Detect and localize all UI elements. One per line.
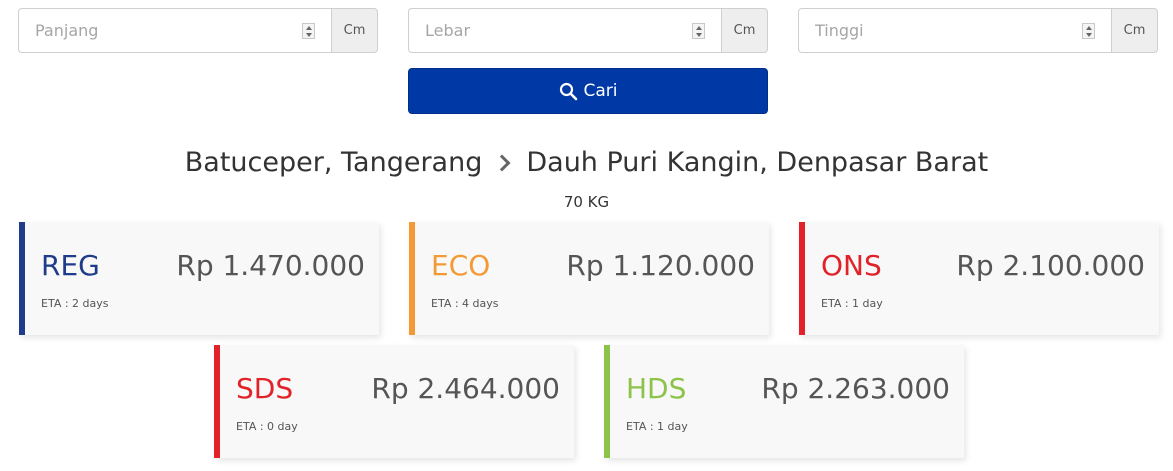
route-destination: Dauh Puri Kangin, Denpasar Barat	[526, 147, 989, 178]
height-unit: Cm	[1111, 8, 1158, 53]
stepper-down-icon[interactable]	[695, 32, 702, 37]
service-price: Rp 1.470.000	[176, 249, 365, 282]
service-price: Rp 2.464.000	[371, 372, 560, 405]
service-price: Rp 2.263.000	[761, 372, 950, 405]
service-card-reg[interactable]: REG Rp 1.470.000 ETA : 2 days	[19, 222, 379, 335]
length-stepper[interactable]	[302, 23, 315, 39]
service-price: Rp 2.100.000	[956, 249, 1145, 282]
height-input[interactable]	[799, 9, 1111, 52]
service-card-sds[interactable]: SDS Rp 2.464.000 ETA : 0 day	[214, 345, 574, 458]
length-input-box	[18, 8, 331, 53]
service-eta: ETA : 1 day	[821, 297, 883, 310]
width-stepper[interactable]	[692, 23, 705, 39]
service-eta: ETA : 2 days	[41, 297, 109, 310]
height-input-box	[798, 8, 1111, 53]
service-card-ons[interactable]: ONS Rp 2.100.000 ETA : 1 day	[799, 222, 1159, 335]
service-card-eco[interactable]: ECO Rp 1.120.000 ETA : 4 days	[409, 222, 769, 335]
service-code: SDS	[236, 372, 294, 405]
stepper-down-icon[interactable]	[1085, 32, 1092, 37]
service-eta: ETA : 4 days	[431, 297, 499, 310]
width-unit: Cm	[721, 8, 768, 53]
route-heading: Batuceper, Tangerang Dauh Puri Kangin, D…	[0, 147, 1173, 178]
stepper-up-icon[interactable]	[305, 25, 312, 30]
width-input[interactable]	[409, 9, 721, 52]
search-button[interactable]: Cari	[408, 68, 768, 114]
service-code: REG	[41, 249, 100, 282]
length-field: Cm	[18, 8, 378, 53]
service-eta: ETA : 0 day	[236, 420, 298, 433]
service-card-hds[interactable]: HDS Rp 2.263.000 ETA : 1 day	[604, 345, 964, 458]
route-origin: Batuceper, Tangerang	[184, 147, 483, 178]
service-code: HDS	[626, 372, 687, 405]
height-stepper[interactable]	[1082, 23, 1095, 39]
length-input[interactable]	[19, 9, 331, 52]
stepper-up-icon[interactable]	[695, 25, 702, 30]
service-code: ONS	[821, 249, 882, 282]
stepper-up-icon[interactable]	[1085, 25, 1092, 30]
height-field: Cm	[798, 8, 1158, 53]
service-price: Rp 1.120.000	[566, 249, 755, 282]
search-icon	[559, 82, 577, 100]
stepper-down-icon[interactable]	[305, 32, 312, 37]
width-field: Cm	[408, 8, 768, 53]
length-unit: Cm	[331, 8, 378, 53]
service-eta: ETA : 1 day	[626, 420, 688, 433]
search-button-label: Cari	[583, 81, 618, 101]
service-code: ECO	[431, 249, 491, 282]
chevron-right-icon	[493, 154, 511, 171]
shipment-weight: 70 KG	[563, 193, 610, 211]
width-input-box	[408, 8, 721, 53]
